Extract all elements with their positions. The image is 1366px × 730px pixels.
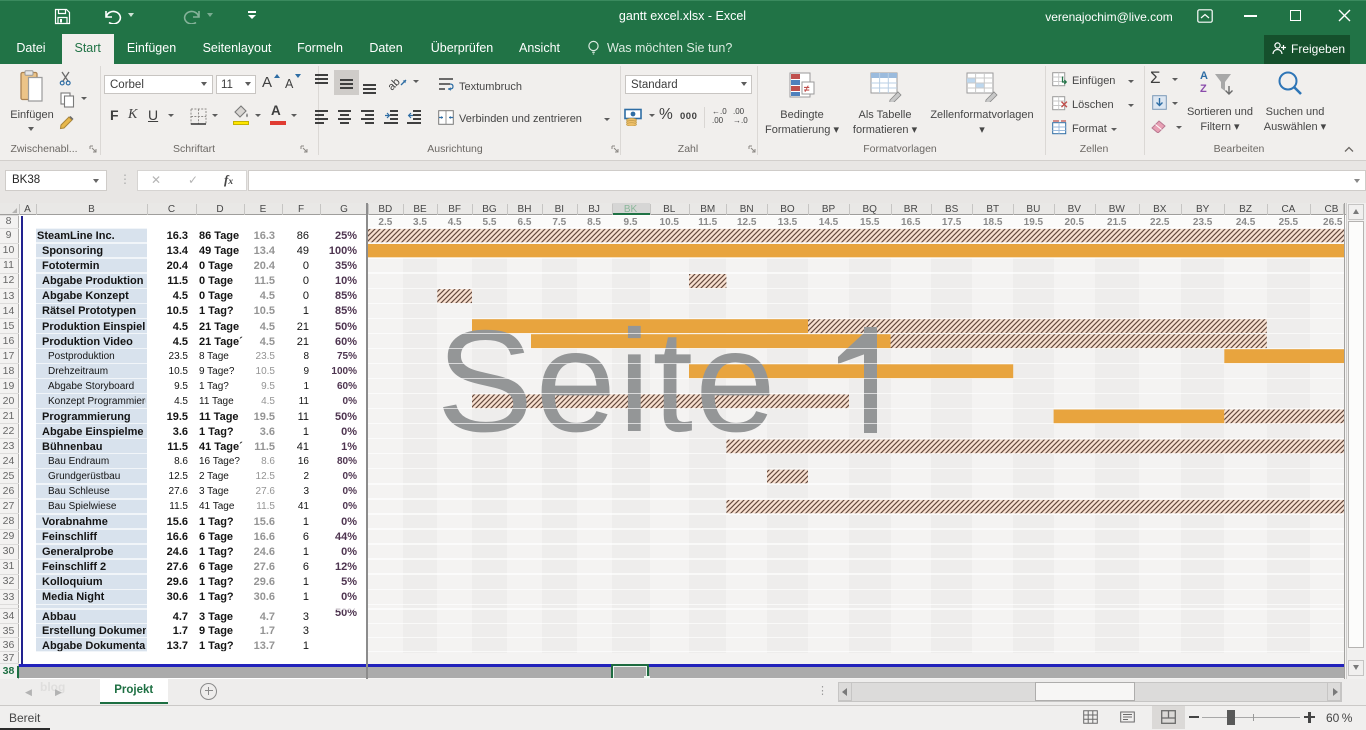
- svg-text:≠: ≠: [804, 84, 810, 95]
- svg-text:✕: ✕: [1060, 100, 1068, 111]
- svg-text:ab: ab: [388, 76, 403, 92]
- svg-text:↳: ↳: [1060, 76, 1068, 87]
